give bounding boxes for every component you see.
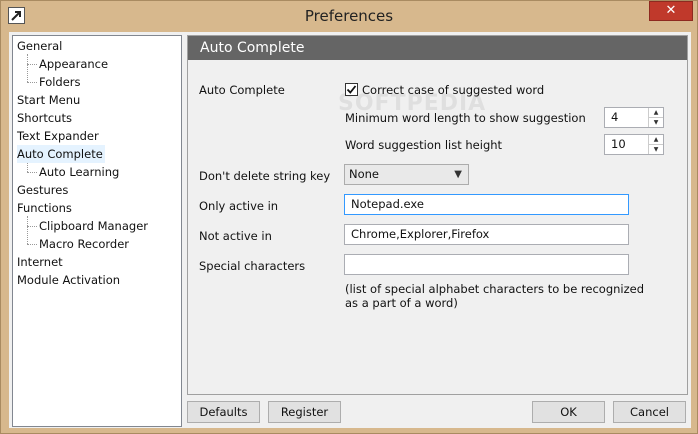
spin-up-icon[interactable]: ▲ xyxy=(649,108,663,117)
tree-item-auto-complete[interactable]: Auto Complete xyxy=(17,145,105,163)
settings-tree[interactable]: General Appearance Folders Start Menu Sh… xyxy=(12,35,182,427)
special-chars-hint-line1: (list of special alphabet characters to … xyxy=(345,282,645,296)
correct-case-checkbox[interactable] xyxy=(345,83,358,96)
tree-connector xyxy=(27,162,28,172)
tree-item-internet[interactable]: Internet xyxy=(17,253,63,271)
stepper-buttons: ▲ ▼ xyxy=(648,108,663,127)
register-button[interactable]: Register xyxy=(268,401,341,423)
spin-down-icon[interactable]: ▼ xyxy=(649,144,663,153)
not-active-label: Not active in xyxy=(199,229,272,243)
tree-connector xyxy=(27,64,37,65)
ok-button[interactable]: OK xyxy=(532,401,605,423)
tree-connector xyxy=(27,172,37,173)
only-active-label: Only active in xyxy=(199,199,279,213)
tree-item-general[interactable]: General xyxy=(17,37,62,55)
preferences-window: Preferences ✕ General Appearance Folders… xyxy=(0,0,698,434)
tree-item-auto-learning[interactable]: Auto Learning xyxy=(39,163,119,181)
tree-connector xyxy=(27,82,37,83)
chevron-down-icon: ▼ xyxy=(454,169,462,180)
list-height-stepper[interactable]: 10 ▲ ▼ xyxy=(604,134,664,155)
min-length-stepper[interactable]: 4 ▲ ▼ xyxy=(604,107,664,128)
tree-connector xyxy=(27,244,37,245)
tree-item-shortcuts[interactable]: Shortcuts xyxy=(17,109,72,127)
auto-complete-label: Auto Complete xyxy=(199,83,285,97)
min-length-label: Minimum word length to show suggestion xyxy=(345,111,586,125)
list-height-label: Word suggestion list height xyxy=(345,138,503,152)
tree-item-folders[interactable]: Folders xyxy=(39,73,81,91)
checkmark-icon xyxy=(346,85,357,94)
tree-item-functions[interactable]: Functions xyxy=(17,199,72,217)
title-bar[interactable]: Preferences ✕ xyxy=(1,1,697,31)
list-height-value[interactable]: 10 xyxy=(611,135,626,154)
not-active-input[interactable]: Chrome,Explorer,Firefox xyxy=(344,224,629,245)
panel-header: Auto Complete xyxy=(188,36,687,60)
stepper-buttons: ▲ ▼ xyxy=(648,135,663,154)
tree-item-module-activation[interactable]: Module Activation xyxy=(17,271,120,289)
tree-item-text-expander[interactable]: Text Expander xyxy=(17,127,99,145)
tree-connector xyxy=(27,216,28,244)
tree-item-appearance[interactable]: Appearance xyxy=(39,55,108,73)
special-chars-label: Special characters xyxy=(199,259,306,273)
tree-connector xyxy=(27,54,28,82)
special-chars-hint-line2: as a part of a word) xyxy=(345,296,458,310)
tree-item-clipboard-manager[interactable]: Clipboard Manager xyxy=(39,217,148,235)
defaults-button[interactable]: Defaults xyxy=(187,401,260,423)
cancel-button[interactable]: Cancel xyxy=(613,401,686,423)
close-button[interactable]: ✕ xyxy=(649,1,693,21)
tree-item-gestures[interactable]: Gestures xyxy=(17,181,68,199)
dont-delete-value: None xyxy=(349,167,380,181)
tree-item-macro-recorder[interactable]: Macro Recorder xyxy=(39,235,129,253)
correct-case-label[interactable]: Correct case of suggested word xyxy=(362,83,544,97)
special-chars-input[interactable] xyxy=(344,254,629,275)
only-active-input[interactable]: Notepad.exe xyxy=(344,194,629,215)
tree-connector xyxy=(27,226,37,227)
auto-complete-panel: Auto Complete SOFTPEDIA Auto Complete Co… xyxy=(187,35,688,395)
tree-item-start-menu[interactable]: Start Menu xyxy=(17,91,80,109)
dont-delete-label: Don't delete string key xyxy=(199,169,331,183)
spin-down-icon[interactable]: ▼ xyxy=(649,117,663,126)
dont-delete-select[interactable]: None ▼ xyxy=(344,164,469,185)
spin-up-icon[interactable]: ▲ xyxy=(649,135,663,144)
min-length-value[interactable]: 4 xyxy=(611,108,618,127)
client-area: General Appearance Folders Start Menu Sh… xyxy=(9,32,691,428)
window-title: Preferences xyxy=(304,7,394,25)
